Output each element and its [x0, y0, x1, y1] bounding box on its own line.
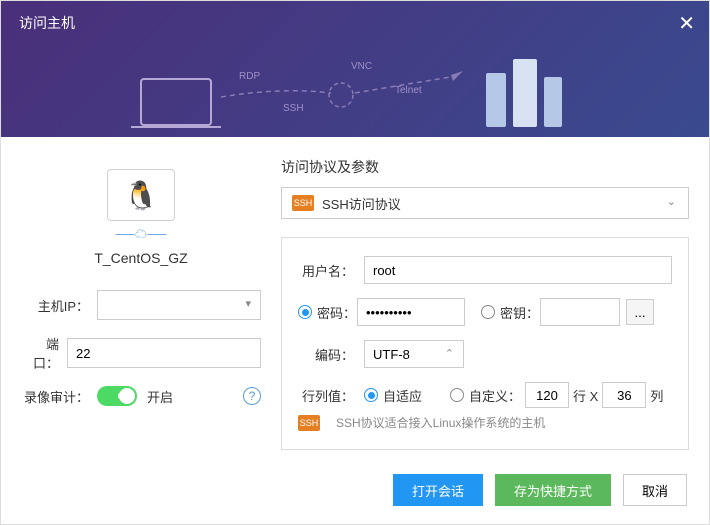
right-panel: 访问协议及参数 SSH SSH访问协议 ⌄ 用户名： 密码： 密钥：: [281, 157, 689, 456]
protocol-select[interactable]: SSH SSH访问协议 ⌄: [281, 187, 689, 219]
auth-row: 密码： 密钥： ...: [298, 298, 672, 326]
custom-label: 自定义：: [469, 386, 521, 405]
cloud-icon: ⸺☁⸺: [115, 225, 167, 242]
port-row: 端口：: [21, 334, 261, 372]
cols-input[interactable]: [525, 382, 569, 408]
host-icon: 🐧: [107, 169, 175, 221]
save-shortcut-button[interactable]: 存为快捷方式: [495, 474, 611, 506]
hint-text: SSH协议适合接入Linux操作系统的主机: [336, 414, 545, 431]
username-input[interactable]: [364, 256, 672, 284]
protocol-label: SSH访问协议: [322, 194, 401, 213]
svg-text:VNC: VNC: [351, 61, 372, 72]
dialog-header: 访问主机 ✕ RDP SSH VNC Telnet: [1, 1, 709, 137]
cols-unit: 行 X: [573, 386, 598, 405]
dialog-body: 🐧 ⸺☁⸺ T_CentOS_GZ 主机IP： ▾ 端口： 录像审计： ON: [1, 137, 709, 456]
custom-radio[interactable]: [450, 388, 464, 402]
access-host-dialog: 访问主机 ✕ RDP SSH VNC Telnet 🐧 ⸺☁⸺ T_CentOS…: [0, 0, 710, 525]
header-illustration: RDP SSH VNC Telnet: [1, 37, 709, 137]
protocol-section-title: 访问协议及参数: [281, 157, 689, 177]
audit-row: 录像审计： ON 开启 ?: [21, 386, 261, 406]
rows-input[interactable]: [602, 382, 646, 408]
svg-text:SSH: SSH: [283, 103, 304, 114]
password-label: 密码：: [317, 303, 357, 322]
host-ip-row: 主机IP： ▾: [21, 290, 261, 320]
svg-text:RDP: RDP: [239, 71, 260, 82]
open-session-button[interactable]: 打开会话: [393, 474, 483, 506]
password-input[interactable]: [357, 298, 465, 326]
encoding-select[interactable]: [364, 340, 464, 368]
chevron-down-icon: ⌄: [667, 195, 676, 208]
ssh-badge-icon: SSH: [292, 195, 314, 211]
host-name: T_CentOS_GZ: [94, 250, 187, 266]
close-icon[interactable]: ✕: [678, 11, 695, 36]
params-box: 用户名： 密码： 密钥： ... 编码：: [281, 237, 689, 450]
linux-penguin-icon: 🐧: [124, 179, 159, 212]
cancel-button[interactable]: 取消: [623, 474, 687, 506]
hint-row: SSH SSH协议适合接入Linux操作系统的主机: [298, 414, 672, 431]
host-ip-select[interactable]: [97, 290, 261, 320]
ssh-badge-icon: SSH: [298, 415, 320, 431]
port-input[interactable]: [67, 338, 261, 368]
help-icon[interactable]: ?: [243, 387, 261, 405]
password-radio[interactable]: [298, 305, 312, 319]
rows-unit: 列: [650, 386, 663, 405]
key-input[interactable]: [540, 298, 620, 326]
left-panel: 🐧 ⸺☁⸺ T_CentOS_GZ 主机IP： ▾ 端口： 录像审计： ON: [21, 157, 261, 456]
browse-key-button[interactable]: ...: [626, 299, 654, 325]
encoding-label: 编码：: [298, 345, 354, 364]
username-row: 用户名：: [298, 256, 672, 284]
svg-text:Telnet: Telnet: [395, 85, 422, 96]
cols-label: 行列值：: [298, 386, 354, 405]
adaptive-radio[interactable]: [364, 388, 378, 402]
adaptive-label: 自适应: [383, 386, 422, 405]
key-label: 密钥：: [500, 303, 540, 322]
dialog-footer: 打开会话 存为快捷方式 取消: [1, 456, 709, 524]
audit-label: 录像审计：: [21, 387, 89, 406]
port-label: 端口：: [21, 334, 59, 372]
encoding-row: 编码： ⌃: [298, 340, 672, 368]
audit-toggle[interactable]: ON: [97, 386, 137, 406]
audit-on-text: 开启: [147, 387, 173, 406]
username-label: 用户名：: [298, 261, 354, 280]
key-radio[interactable]: [481, 305, 495, 319]
rowscols-row: 行列值： 自适应 自定义： 行 X 列: [298, 382, 672, 408]
host-ip-label: 主机IP：: [21, 296, 89, 315]
